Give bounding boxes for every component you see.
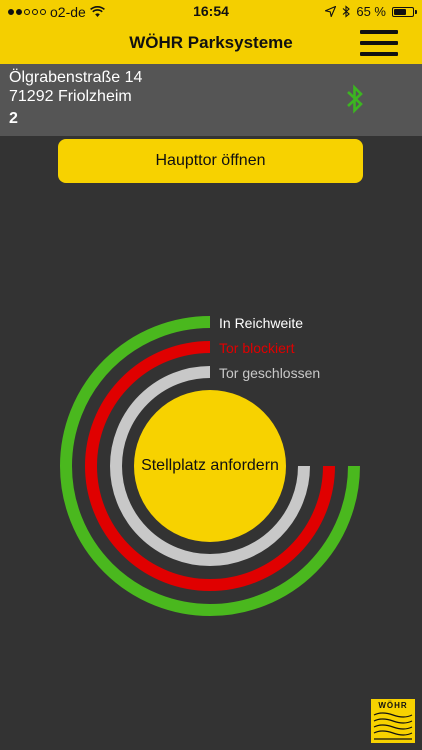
status-rings: [60, 316, 360, 616]
woehr-logo: WÖHR: [371, 699, 415, 743]
logo-waves-icon: [373, 712, 413, 740]
legend-gate-closed: Tor geschlossen: [219, 365, 321, 381]
legend-in-range: In Reichweite: [219, 315, 304, 331]
legend-gate-blocked: Tor blockiert: [219, 340, 295, 356]
request-parking-spot-button[interactable]: Stellplatz anfordern: [134, 390, 286, 542]
